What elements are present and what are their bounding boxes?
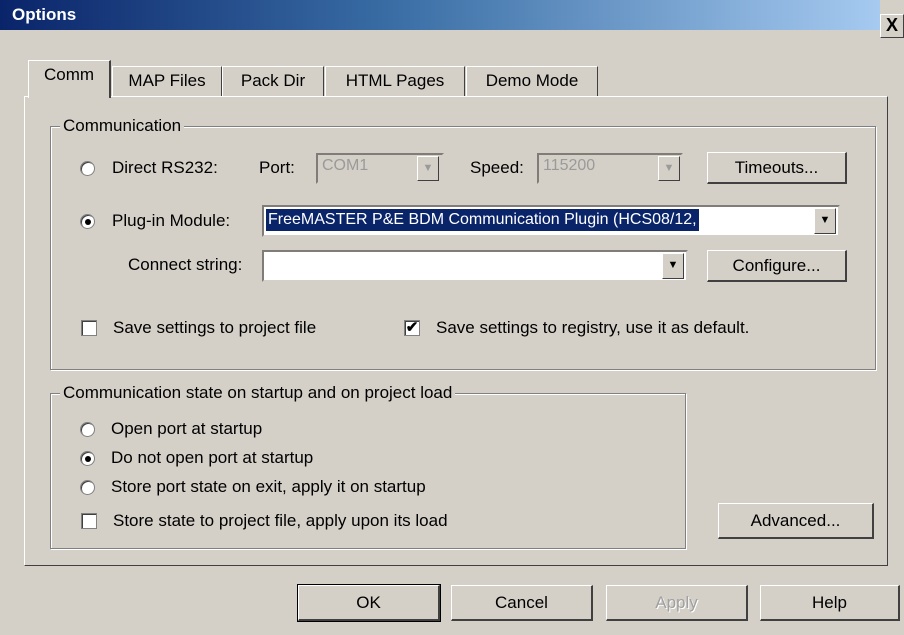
- save-registry-label: Save settings to registry, use it as def…: [436, 318, 750, 337]
- save-project-checkbox[interactable]: [81, 320, 97, 336]
- checkmark-icon: ✔: [405, 319, 419, 336]
- startup-legend: Communication state on startup and on pr…: [60, 383, 456, 403]
- port-label: Port:: [259, 158, 295, 177]
- direct-rs232-radio[interactable]: [80, 161, 95, 176]
- connect-string-input[interactable]: [262, 250, 688, 282]
- port-value: COM1: [322, 157, 369, 174]
- open-port-label: Open port at startup: [111, 419, 263, 438]
- window-title: Options: [12, 5, 77, 24]
- title-bar: Options X: [0, 0, 904, 38]
- tab-map-files[interactable]: MAP Files: [112, 66, 222, 96]
- tab-demo-mode[interactable]: Demo Mode: [466, 66, 598, 96]
- do-not-open-radio[interactable]: [80, 451, 95, 466]
- speed-dropdown-arrow-icon[interactable]: ▼: [658, 156, 680, 181]
- tab-html-pages[interactable]: HTML Pages: [325, 66, 465, 96]
- plugin-module-value: FreeMASTER P&E BDM Communication Plugin …: [266, 209, 699, 231]
- connect-string-label: Connect string:: [128, 255, 243, 274]
- open-port-radio[interactable]: [80, 422, 95, 437]
- store-port-radio[interactable]: [80, 480, 95, 495]
- plugin-dropdown-arrow-icon[interactable]: ▼: [814, 208, 836, 234]
- configure-button[interactable]: Configure...: [707, 250, 847, 282]
- save-registry-checkbox[interactable]: ✔: [404, 320, 420, 336]
- help-button[interactable]: Help: [760, 585, 900, 621]
- tab-comm[interactable]: Comm: [28, 60, 111, 98]
- save-project-label: Save settings to project file: [113, 318, 317, 337]
- speed-label: Speed:: [470, 158, 524, 177]
- close-button[interactable]: X: [880, 14, 904, 38]
- store-state-checkbox[interactable]: [81, 513, 97, 529]
- radio-dot-icon: [85, 456, 91, 462]
- connect-dropdown-arrow-icon[interactable]: ▼: [662, 253, 684, 279]
- do-not-open-label: Do not open port at startup: [111, 448, 314, 467]
- plugin-module-label: Plug-in Module:: [112, 211, 231, 230]
- plugin-module-radio[interactable]: [80, 214, 95, 229]
- timeouts-button[interactable]: Timeouts...: [707, 152, 847, 184]
- cancel-button[interactable]: Cancel: [451, 585, 593, 621]
- advanced-button[interactable]: Advanced...: [718, 503, 874, 539]
- radio-dot-icon: [85, 219, 91, 225]
- tab-pack-dir[interactable]: Pack Dir: [222, 66, 324, 96]
- direct-rs232-label: Direct RS232:: [112, 158, 218, 177]
- ok-button[interactable]: OK: [297, 584, 441, 622]
- apply-button[interactable]: Apply: [606, 585, 748, 621]
- title-gradient: Options: [0, 0, 880, 30]
- port-dropdown-arrow-icon[interactable]: ▼: [417, 156, 439, 181]
- speed-value: 115200: [543, 157, 596, 174]
- store-state-label: Store state to project file, apply upon …: [113, 511, 448, 530]
- store-port-label: Store port state on exit, apply it on st…: [111, 477, 426, 496]
- communication-legend: Communication: [60, 116, 185, 136]
- plugin-module-select[interactable]: FreeMASTER P&E BDM Communication Plugin …: [262, 205, 840, 237]
